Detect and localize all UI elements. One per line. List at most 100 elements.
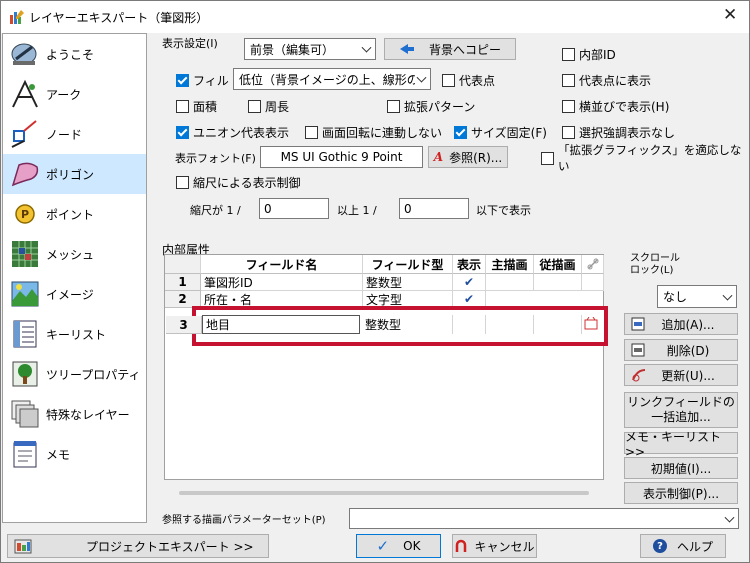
- delete-field-label: 削除(D): [666, 343, 710, 358]
- sidebar-item-label: アーク: [46, 87, 82, 102]
- sidebar-item-mesh[interactable]: メッシュ: [3, 234, 146, 274]
- sidebar-item-point[interactable]: P ポイント: [3, 194, 146, 234]
- sidebar-item-polygon[interactable]: ポリゴン: [3, 154, 146, 194]
- link-field-icon[interactable]: [584, 317, 598, 330]
- ext-pattern-checkbox[interactable]: 拡張パターン: [387, 98, 475, 114]
- sidebar-item-label: ポイント: [46, 207, 95, 222]
- scale-max-input[interactable]: 0: [399, 198, 469, 219]
- cell-divider: [485, 315, 486, 334]
- area-label: 面積: [193, 99, 218, 114]
- column-header-sub-draw[interactable]: 従描画: [534, 255, 582, 274]
- size-fixed-checkbox[interactable]: サイズ固定(F): [454, 124, 547, 140]
- ext-graphics-checkbox[interactable]: 「拡張グラフィックス」を適応しない: [541, 143, 749, 173]
- table-cell-field-name-selected[interactable]: 地目: [202, 315, 360, 334]
- inner-id-checkbox[interactable]: 内部ID: [562, 46, 616, 62]
- close-icon[interactable]: ✕: [723, 7, 737, 24]
- table-cell-sub-draw[interactable]: [534, 274, 582, 291]
- row-number[interactable]: 3: [166, 316, 202, 334]
- union-display-checkbox[interactable]: ユニオン代表表示: [176, 124, 289, 140]
- inner-id-label: 内部ID: [579, 47, 616, 62]
- help-icon: ?: [652, 539, 667, 553]
- cancel-label: キャンセル: [474, 539, 535, 554]
- param-set-select[interactable]: [349, 508, 739, 529]
- size-fixed-label: サイズ固定(F): [471, 125, 547, 140]
- ok-button[interactable]: ✓ OK: [356, 534, 441, 558]
- display-control-button[interactable]: 表示制御(P)...: [624, 482, 738, 504]
- checkbox-box: [442, 73, 455, 87]
- project-icon: [14, 539, 32, 554]
- sidebar-item-label: ようこそ: [46, 47, 95, 62]
- show-on-rep-checkbox[interactable]: 代表点に表示: [562, 72, 651, 88]
- checkbox-box: [248, 99, 261, 113]
- table-cell-field-type[interactable]: 整数型: [363, 274, 453, 291]
- sidebar-item-tree-property[interactable]: ツリープロパティ: [3, 354, 146, 394]
- help-button[interactable]: ? ヘルプ: [640, 534, 726, 558]
- row-number[interactable]: 1: [165, 274, 201, 291]
- fill-checkbox[interactable]: フィル: [176, 72, 229, 88]
- update-field-button[interactable]: 更新(U)...: [624, 364, 738, 386]
- screen-rotation-checkbox[interactable]: 画面回転に連動しない: [305, 124, 442, 140]
- delete-field-button[interactable]: 削除(D): [624, 339, 738, 361]
- cancel-icon: [456, 539, 467, 552]
- column-header-link[interactable]: [582, 255, 604, 274]
- sidebar-item-image[interactable]: イメージ: [3, 274, 146, 314]
- project-expert-button[interactable]: プロジェクトエキスパート >>: [7, 534, 269, 558]
- copy-to-background-button[interactable]: 背景へコピー: [384, 38, 516, 60]
- sidebar-item-welcome[interactable]: ようこそ: [3, 34, 146, 74]
- display-mode-select[interactable]: 前景（編集可）: [244, 38, 376, 60]
- sidebar-item-node[interactable]: ノード: [3, 114, 146, 154]
- table-cell-field-type[interactable]: 整数型: [365, 315, 401, 334]
- checkbox-box: [176, 99, 189, 113]
- sidebar-item-keylist[interactable]: キーリスト: [3, 314, 146, 354]
- horizontal-scrollbar[interactable]: [179, 491, 589, 495]
- initial-value-button[interactable]: 初期値(I)...: [624, 457, 738, 479]
- column-header-main-draw[interactable]: 主描画: [486, 255, 534, 274]
- scale-mid-label: 以上 1 /: [337, 204, 377, 217]
- scale-min-input[interactable]: 0: [259, 198, 329, 219]
- perimeter-checkbox[interactable]: 周長: [248, 98, 289, 114]
- table-cell-field-name[interactable]: 筆図形ID: [201, 274, 363, 291]
- cell-divider: [533, 315, 534, 334]
- table-cell-main-draw[interactable]: [486, 274, 534, 291]
- sidebar: ようこそ アーク ノード ポリゴン P ポイント メッシュ イメージ キーリスト…: [2, 33, 147, 523]
- memo-keylist-button[interactable]: メモ・キーリスト >>: [624, 430, 738, 459]
- table-cell-show[interactable]: ✔: [453, 274, 486, 291]
- cancel-button[interactable]: キャンセル: [452, 534, 537, 558]
- link-icon: [587, 258, 598, 270]
- table-cell-link[interactable]: [582, 274, 604, 291]
- sidebar-item-label: ノード: [46, 127, 83, 142]
- checkbox-box: [176, 73, 189, 87]
- scale-control-checkbox[interactable]: 縮尺による表示制御: [176, 174, 301, 190]
- link-field-bulk-add-button[interactable]: リンクフィールドの 一括追加...: [624, 392, 738, 428]
- horizontal-checkbox[interactable]: 横並びで表示(H): [562, 98, 669, 114]
- checkbox-box: [562, 99, 575, 113]
- display-mode-value: 前景（編集可）: [250, 42, 335, 57]
- add-field-button[interactable]: 追加(A)...: [624, 313, 738, 335]
- ext-pattern-label: 拡張パターン: [404, 99, 476, 114]
- perimeter-label: 周長: [265, 99, 290, 114]
- checkbox-box: [176, 125, 189, 139]
- mesh-icon: [9, 238, 41, 270]
- sidebar-item-arc[interactable]: アーク: [3, 74, 146, 114]
- browse-font-button[interactable]: A 参照(R)...: [428, 146, 508, 168]
- scroll-lock-label: スクロール ロック(L): [630, 253, 680, 276]
- area-checkbox[interactable]: 面積: [176, 98, 217, 114]
- display-font-field[interactable]: MS UI Gothic 9 Point: [260, 146, 423, 168]
- column-header-field-type[interactable]: フィールド型: [363, 255, 453, 274]
- scroll-lock-select[interactable]: なし: [657, 285, 737, 308]
- column-header-field-name[interactable]: フィールド名: [201, 255, 363, 274]
- sidebar-item-special-layer[interactable]: 特殊なレイヤー: [3, 394, 146, 434]
- add-icon: [631, 317, 645, 331]
- point-icon: P: [9, 198, 41, 230]
- sidebar-item-label: キーリスト: [46, 327, 107, 342]
- fill-label: フィル: [193, 73, 229, 88]
- fill-order-select[interactable]: 低位（背景イメージの上、線形の: [233, 68, 431, 90]
- horizontal-label: 横並びで表示(H): [579, 99, 670, 114]
- column-header-show[interactable]: 表示: [453, 255, 486, 274]
- no-select-highlight-checkbox[interactable]: 選択強調表示なし: [562, 124, 675, 140]
- link-field-bulk-add-label: リンクフィールドの 一括追加...: [627, 395, 735, 424]
- node-icon: [9, 118, 41, 150]
- rep-point-checkbox[interactable]: 代表点: [442, 72, 495, 88]
- delete-icon: [631, 343, 645, 357]
- sidebar-item-memo[interactable]: メモ: [3, 434, 146, 474]
